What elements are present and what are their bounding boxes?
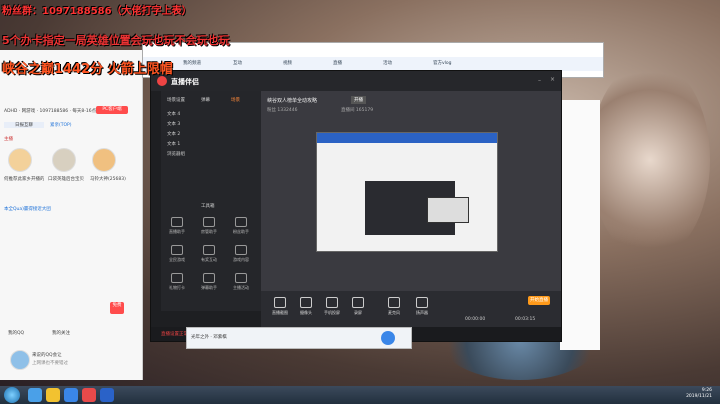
tool-icon xyxy=(203,245,215,255)
close-icon[interactable]: × xyxy=(550,76,555,83)
record-button[interactable]: 录屏 xyxy=(345,297,371,316)
music-player: 光年之外 · 邓紫棋 xyxy=(186,327,412,349)
scene-item[interactable]: 文本 1 xyxy=(167,141,180,147)
tool-live-helper[interactable]: 直播助手 xyxy=(165,217,189,235)
preview-badge: 开播 xyxy=(351,96,366,104)
avatar[interactable] xyxy=(52,148,76,172)
tab-danmaku[interactable]: 弹幕 xyxy=(201,97,210,103)
qq-side-panel: ADHD · 网游戏 · 1097188586 · 每天8-16点直播 日报互聊… xyxy=(0,50,143,380)
qq-caption-3: 马铃大神(25683) xyxy=(90,177,126,182)
start-live-button[interactable]: 开始直播 xyxy=(528,296,550,305)
tool-icon xyxy=(235,245,247,255)
wallpaper-figure xyxy=(590,60,710,260)
tool-games[interactable]: 全民游戏 xyxy=(165,245,189,263)
camera-button[interactable]: 摄像头 xyxy=(293,297,319,316)
qq-icon[interactable] xyxy=(64,388,78,402)
camera-icon xyxy=(300,297,312,308)
stat-fans: 粉丝 1332446 xyxy=(267,108,298,113)
tool-icon xyxy=(235,273,247,283)
screenshot-icon xyxy=(274,297,286,308)
pc-client-button[interactable]: PC客户端 xyxy=(96,106,128,114)
footer-avatar[interactable] xyxy=(10,350,30,370)
scene-sidebar: 场景设置 弹幕 场景 文本 4 文本 3 文本 2 文本 1 浏览器组 工具箱 … xyxy=(161,91,261,311)
overlay-rules: 5个办卡指定一局英雄位置会玩也玩不会玩也玩 xyxy=(2,34,230,47)
tab-scene[interactable]: 场景 xyxy=(231,97,240,103)
qq-tab-chat[interactable]: 日报互聊 xyxy=(4,122,44,128)
stat-room: 直播间 165179 xyxy=(341,108,374,113)
browser-icon[interactable] xyxy=(28,388,42,402)
free-button[interactable]: 免费 xyxy=(110,302,124,314)
tool-icon xyxy=(235,217,247,227)
taskbar: 9:26 2019/11/21 xyxy=(0,386,720,404)
tool-prize[interactable]: 有奖互动 xyxy=(197,245,221,263)
qq-anchor-label: 主播 xyxy=(4,137,13,142)
qq-caption-1: 何推荐此家乡开播的 xyxy=(4,177,44,182)
qq-promo[interactable]: 本全Qua)赢得接近大团 xyxy=(4,206,138,212)
music-title: 光年之外 · 邓紫棋 xyxy=(191,335,227,340)
app-logo-icon xyxy=(157,76,167,86)
screenshot-button[interactable]: 直播截图 xyxy=(267,297,293,316)
nested-screen-preview xyxy=(316,132,498,252)
tool-danmaku[interactable]: 弹幕助手 xyxy=(197,273,221,291)
avatar[interactable] xyxy=(92,148,116,172)
tool-icon xyxy=(171,273,183,283)
tool-icon xyxy=(203,273,215,283)
phone-cast-button[interactable]: 手机投屏 xyxy=(319,297,345,316)
tab-video[interactable]: 视频 xyxy=(283,60,292,66)
tool-game-content[interactable]: 游戏内容 xyxy=(229,245,253,263)
app-icon[interactable] xyxy=(100,388,114,402)
tools-title: 工具箱 xyxy=(201,204,215,209)
system-clock[interactable]: 9:26 2019/11/21 xyxy=(686,388,712,400)
speaker-icon xyxy=(416,297,428,308)
tool-icon xyxy=(171,217,183,227)
start-button-icon[interactable] xyxy=(4,387,20,403)
record-icon xyxy=(352,297,364,308)
timer-1: 00:00:00 xyxy=(465,317,486,322)
streaming-titlebar: 直播伴侣 – × xyxy=(151,71,561,91)
qq-footer-name: 来说的QQ会让 xyxy=(32,353,62,358)
scene-item[interactable]: 文本 3 xyxy=(167,121,180,127)
tool-room-admin[interactable]: 房管助手 xyxy=(197,217,221,235)
tool-icon xyxy=(203,217,215,227)
qq-footer-sub: 上网课也不要错过 xyxy=(32,361,68,366)
overlay-fan-group: 粉丝群：1097188586（大佬打字上表） xyxy=(2,6,192,17)
avatar[interactable] xyxy=(8,148,32,172)
live-app-icon[interactable] xyxy=(82,388,96,402)
background-window-edge xyxy=(560,100,600,350)
tab-activity[interactable]: 活动 xyxy=(383,60,392,66)
web-app-tabs: 我的频道 互动 视频 直播 活动 官方vlog xyxy=(143,57,603,71)
tool-fans[interactable]: 粉丝助手 xyxy=(229,217,253,235)
tab-live[interactable]: 直播 xyxy=(333,60,342,66)
tab-scene-settings[interactable]: 场景设置 xyxy=(167,97,185,103)
folder-icon[interactable] xyxy=(46,388,60,402)
qq-caption-2: 口袋英雄后台宝贝 xyxy=(48,177,84,182)
tab-vlog[interactable]: 官方vlog xyxy=(433,60,452,66)
mic-icon xyxy=(388,297,400,308)
scene-item[interactable]: 浏览器组 xyxy=(167,151,185,157)
speaker-button[interactable]: 扬声器 xyxy=(409,297,435,316)
qq-tab-top[interactable]: 紧亲(TOP) xyxy=(50,122,90,128)
app-brand: 直播伴侣 xyxy=(171,78,199,86)
tab-interact[interactable]: 互动 xyxy=(233,60,242,66)
clock-date: 2019/11/21 xyxy=(686,394,712,399)
nested-titlebar xyxy=(317,133,497,143)
preview-title: 峡谷双人榜单全动攻略 xyxy=(267,98,318,104)
qq-footer-label[interactable]: 我的关注 xyxy=(52,330,92,336)
stream-controls: 直播截图 摄像头 手机投屏 录屏 麦克风 扬声器 00:00:00 00:03:… xyxy=(261,291,561,327)
tool-icon xyxy=(171,245,183,255)
tool-gift[interactable]: 礼物打卡 xyxy=(165,273,189,291)
phone-icon xyxy=(326,297,338,308)
play-icon[interactable] xyxy=(381,331,395,345)
tab-my-channel[interactable]: 我的频道 xyxy=(183,60,201,66)
tool-event[interactable]: 主播活动 xyxy=(229,273,253,291)
scene-item[interactable]: 文本 4 xyxy=(167,111,180,117)
overlay-rank: 峡谷之巅1442分 火箭上限帽 xyxy=(2,62,173,77)
qq-footer-label-2[interactable]: 我的QQ xyxy=(8,330,48,336)
scene-item[interactable]: 文本 2 xyxy=(167,131,180,137)
minimize-icon[interactable]: – xyxy=(538,77,541,84)
mic-button[interactable]: 麦克风 xyxy=(381,297,407,316)
nested-inner-window xyxy=(427,197,469,223)
timer-2: 00:03:15 xyxy=(515,317,536,322)
